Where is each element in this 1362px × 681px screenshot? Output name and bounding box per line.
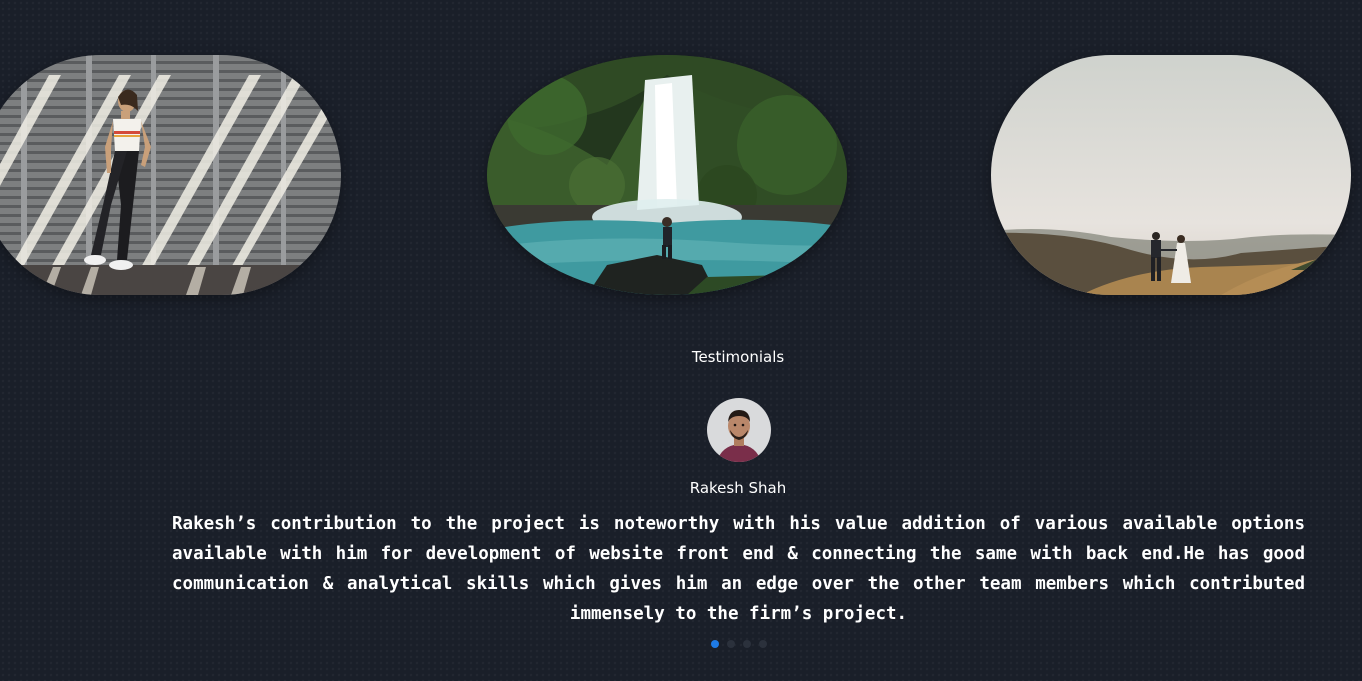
carousel-dot-1[interactable]: [711, 640, 719, 648]
author-avatar: [707, 398, 771, 462]
author-name: Rakesh Shah: [689, 479, 787, 497]
photo-gallery: [0, 0, 1362, 320]
testimonials-title: Testimonials: [691, 348, 785, 366]
gallery-photo-couple[interactable]: [991, 55, 1351, 295]
carousel-dot-3[interactable]: [743, 640, 751, 648]
gallery-photo-woman[interactable]: [0, 55, 341, 295]
testimonial-quote: Rakesh’s contribution to the project is …: [172, 514, 1305, 624]
carousel-dot-4[interactable]: [759, 640, 767, 648]
carousel-indicators: [711, 640, 767, 648]
carousel-dot-2[interactable]: [727, 640, 735, 648]
gallery-photo-waterfall[interactable]: [487, 55, 847, 295]
